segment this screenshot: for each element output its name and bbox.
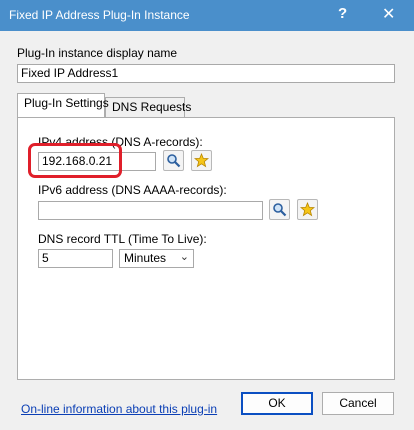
close-button[interactable]: ✕ — [382, 4, 395, 24]
star-icon — [300, 202, 315, 217]
cancel-button[interactable]: Cancel — [322, 392, 394, 415]
chevron-down-icon: ⌄ — [179, 251, 189, 263]
tab-dns-requests[interactable]: DNS Requests — [105, 97, 191, 117]
ipv6-lookup-button[interactable] — [269, 199, 290, 220]
ttl-label: DNS record TTL (Time To Live): — [38, 232, 207, 246]
tab-plugin-settings[interactable]: Plug-In Settings — [17, 93, 109, 117]
ipv6-label: IPv6 address (DNS AAAA-records): — [38, 183, 227, 197]
ipv4-lookup-button[interactable] — [163, 150, 184, 171]
magnifier-icon — [273, 203, 287, 217]
display-name-input[interactable]: Fixed IP Address1 — [17, 64, 395, 83]
ipv4-favorite-button[interactable] — [191, 150, 212, 171]
ttl-unit-value: Minutes — [124, 251, 167, 265]
title-bar: Fixed IP Address Plug-In Instance ? ✕ — [0, 0, 414, 31]
ipv6-favorite-button[interactable] — [297, 199, 318, 220]
magnifier-icon — [167, 154, 181, 168]
online-info-link[interactable]: On-line information about this plug-in — [21, 402, 217, 416]
display-name-label: Plug-In instance display name — [17, 46, 178, 60]
ttl-unit-select[interactable]: Minutes ⌄ — [119, 249, 194, 268]
ipv4-input[interactable]: 192.168.0.21 — [38, 152, 156, 171]
ttl-value-input[interactable]: 5 — [38, 249, 113, 268]
star-icon — [194, 153, 209, 168]
ipv4-label: IPv4 address (DNS A-records): — [38, 135, 203, 149]
help-button[interactable]: ? — [338, 5, 347, 22]
window-title: Fixed IP Address Plug-In Instance — [9, 8, 190, 22]
ok-button[interactable]: OK — [241, 392, 313, 415]
ipv6-input[interactable] — [38, 201, 263, 220]
